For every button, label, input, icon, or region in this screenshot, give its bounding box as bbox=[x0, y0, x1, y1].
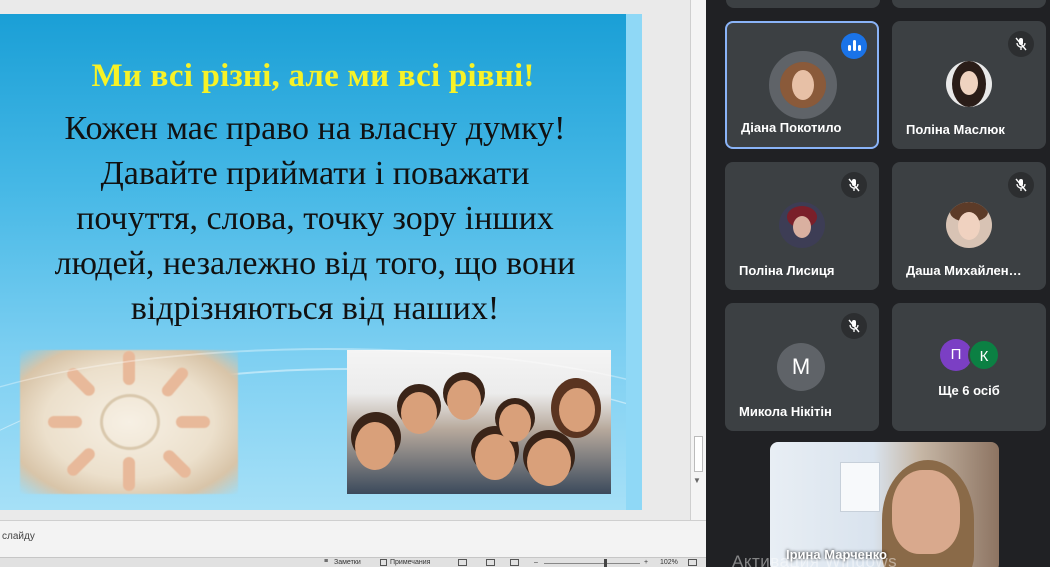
hair-shape bbox=[551, 378, 601, 438]
zoom-level[interactable]: 102% bbox=[660, 559, 678, 567]
hand-shape bbox=[159, 365, 191, 399]
avatar-face bbox=[958, 212, 980, 240]
notes-placeholder: слайду bbox=[2, 531, 35, 542]
slide-title: Ми всі різні, але ми всі рівні! bbox=[91, 58, 535, 94]
hair-shape bbox=[397, 384, 441, 428]
notes-icon[interactable]: ≡ bbox=[324, 558, 333, 565]
mic-off-icon bbox=[841, 313, 867, 339]
avatar bbox=[779, 202, 825, 248]
face-shape bbox=[401, 392, 437, 434]
audio-bar bbox=[853, 40, 856, 51]
notes-toggle[interactable]: Заметки bbox=[334, 559, 361, 567]
hair-shape bbox=[471, 426, 519, 474]
normal-view-icon[interactable] bbox=[458, 559, 467, 566]
speaking-indicator-icon bbox=[841, 33, 867, 59]
hand-shape bbox=[176, 416, 210, 428]
hands-sun-photo bbox=[20, 350, 238, 494]
slide-canvas: Ми всі різні, але ми всі рівні! Кожен ма… bbox=[0, 0, 690, 520]
meeting-panel: Діана Покотило Поліна Маслюк Поліна Лиси… bbox=[706, 0, 1050, 567]
mic-off-icon bbox=[1008, 172, 1034, 198]
comments-icon[interactable] bbox=[380, 559, 387, 566]
current-slide[interactable]: Ми всі різні, але ми всі рівні! Кожен ма… bbox=[0, 14, 642, 510]
participant-name: Микола Нікітін bbox=[739, 404, 832, 419]
avatar-face bbox=[792, 70, 814, 100]
face-shape bbox=[559, 388, 595, 432]
mic-off-icon bbox=[841, 172, 867, 198]
face-shape bbox=[499, 404, 531, 442]
hand-shape bbox=[64, 365, 98, 399]
avatar-face bbox=[960, 71, 978, 95]
status-bar: ≡ Заметки Примечания – + 102% bbox=[0, 557, 706, 567]
slide-body-line: почуття, слова, точку зору інших bbox=[76, 200, 554, 237]
hand-shape bbox=[123, 457, 135, 491]
participant-tile[interactable]: Поліна Маслюк bbox=[892, 21, 1046, 149]
sand-smiley-drawing bbox=[100, 394, 160, 450]
presenter-face bbox=[892, 470, 960, 554]
participant-name: Поліна Маслюк bbox=[906, 122, 1005, 137]
comments-toggle[interactable]: Примечания bbox=[390, 559, 430, 567]
avatar-initial: М bbox=[777, 343, 825, 391]
reading-view-icon[interactable] bbox=[510, 559, 519, 566]
vertical-scrollbar[interactable]: ▼ bbox=[690, 0, 706, 520]
presenter-video[interactable]: Ірина Марченко bbox=[770, 442, 999, 567]
hair-shape bbox=[495, 398, 535, 438]
mic-off-icon bbox=[1008, 31, 1034, 57]
face-shape bbox=[475, 434, 515, 480]
participant-tile[interactable]: Поліна Лисиця bbox=[725, 162, 879, 290]
audio-bar bbox=[858, 45, 861, 51]
avatar bbox=[946, 61, 992, 107]
participant-tile[interactable]: Даша Михайлен… bbox=[892, 162, 1046, 290]
notes-pane[interactable]: слайду bbox=[0, 520, 706, 557]
avatar-face bbox=[793, 216, 811, 238]
windows-activation-watermark: Активация Windows bbox=[732, 552, 898, 567]
slide-body-text: Кожен має право на власну думку! Давайте… bbox=[10, 106, 620, 331]
scroll-down-arrow-icon[interactable]: ▼ bbox=[693, 476, 701, 485]
group-of-friends-photo bbox=[347, 350, 611, 494]
participant-tile[interactable]: Діана Покотило bbox=[725, 21, 879, 149]
slide-body-line: відрізняються від наших! bbox=[130, 290, 500, 327]
participant-tile-partial bbox=[726, 0, 880, 8]
slide-body-line: людей, незалежно від того, що вони bbox=[54, 245, 576, 282]
fit-slide-icon[interactable] bbox=[688, 559, 697, 566]
hair-shape bbox=[443, 372, 485, 414]
slide-sorter-icon[interactable] bbox=[486, 559, 495, 566]
participant-name: Діана Покотило bbox=[741, 120, 842, 135]
more-participants-label: Ще 6 осіб bbox=[938, 383, 1000, 398]
participant-name: Поліна Лисиця bbox=[739, 263, 835, 278]
hand-shape bbox=[48, 416, 82, 428]
participant-name: Даша Михайлен… bbox=[906, 263, 1022, 278]
face-shape bbox=[527, 438, 571, 486]
hair-shape bbox=[523, 430, 575, 482]
wall-poster bbox=[840, 462, 880, 512]
scrollbar-thumb[interactable] bbox=[694, 436, 703, 472]
zoom-out-button[interactable]: – bbox=[534, 559, 538, 567]
participant-tile-partial bbox=[892, 0, 1046, 8]
zoom-in-button[interactable]: + bbox=[644, 559, 648, 567]
hand-shape bbox=[123, 351, 135, 385]
hand-shape bbox=[64, 445, 98, 479]
presentation-app: Ми всі різні, але ми всі рівні! Кожен ма… bbox=[0, 0, 706, 567]
avatar bbox=[946, 202, 992, 248]
zoom-slider-thumb[interactable] bbox=[604, 559, 607, 567]
face-shape bbox=[355, 422, 395, 470]
audio-bar bbox=[848, 45, 851, 51]
slide-body-line: Давайте приймати і поважати bbox=[100, 155, 530, 192]
avatar-initial: К bbox=[968, 339, 1000, 371]
participant-tile[interactable]: М Микола Нікітін bbox=[725, 303, 879, 431]
slide-body-line: Кожен має право на власну думку! bbox=[64, 110, 566, 147]
avatar bbox=[769, 51, 837, 119]
zoom-slider-track[interactable] bbox=[544, 563, 640, 564]
face-shape bbox=[447, 380, 481, 420]
screen: Ми всі різні, але ми всі рівні! Кожен ма… bbox=[0, 0, 1050, 567]
hair-shape bbox=[351, 412, 401, 462]
more-participants-tile[interactable]: П К Ще 6 осіб bbox=[892, 303, 1046, 431]
hand-shape bbox=[160, 447, 194, 481]
